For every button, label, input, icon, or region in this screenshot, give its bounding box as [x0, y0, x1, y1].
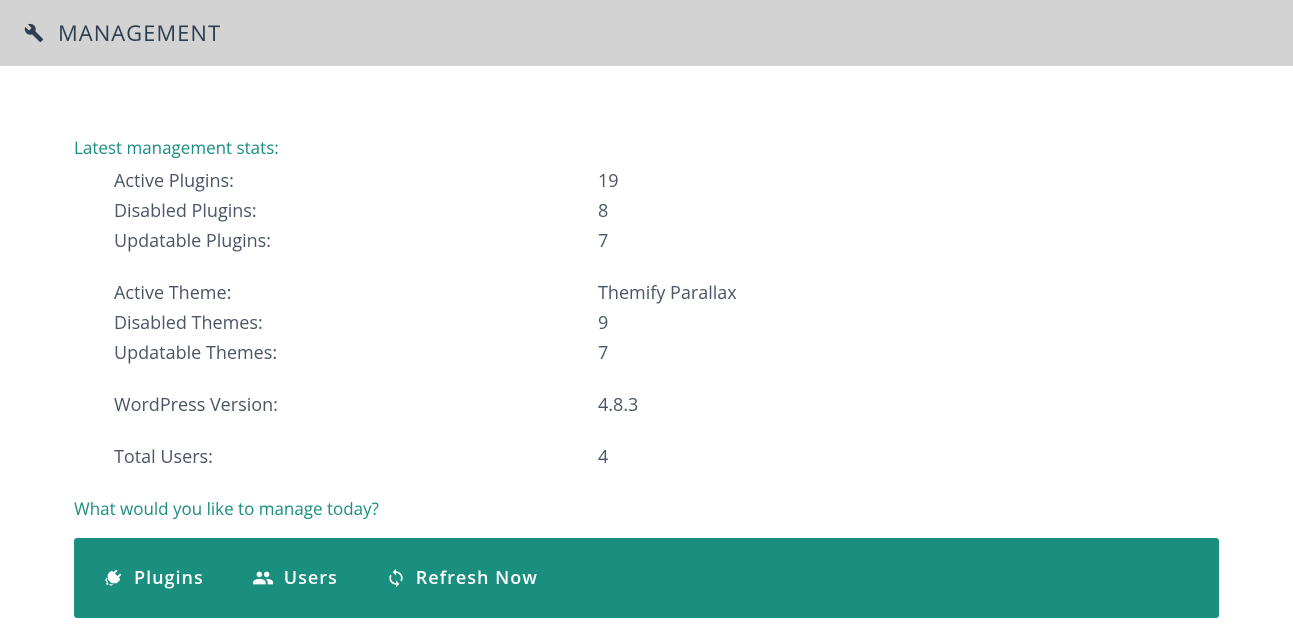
disabled-themes-label: Disabled Themes:	[114, 311, 598, 335]
refresh-icon	[386, 568, 406, 588]
manage-prompt-label: What would you like to manage today?	[74, 497, 1219, 520]
stat-row: Active Plugins: 19	[114, 169, 1219, 193]
active-plugins-label: Active Plugins:	[114, 169, 598, 193]
wordpress-version-value: 4.8.3	[598, 393, 638, 417]
themes-stats-block: Active Theme: Themify Parallax Disabled …	[74, 281, 1219, 365]
management-header: MANAGEMENT	[0, 0, 1293, 66]
active-theme-label: Active Theme:	[114, 281, 598, 305]
content-area: Latest management stats: Active Plugins:…	[0, 66, 1293, 638]
refresh-button-label: Refresh Now	[416, 566, 538, 590]
wordpress-version-label: WordPress Version:	[114, 393, 598, 417]
users-stats-block: Total Users: 4	[74, 445, 1219, 469]
users-button[interactable]: Users	[252, 566, 338, 590]
stat-row: Disabled Plugins: 8	[114, 199, 1219, 223]
page-title: MANAGEMENT	[58, 18, 221, 48]
plugins-button[interactable]: Plugins	[102, 566, 204, 590]
refresh-button[interactable]: Refresh Now	[386, 566, 538, 590]
plugins-button-label: Plugins	[134, 566, 204, 590]
updatable-themes-value: 7	[598, 341, 608, 365]
users-icon	[252, 567, 274, 589]
stat-row: Total Users: 4	[114, 445, 1219, 469]
stat-row: Active Theme: Themify Parallax	[114, 281, 1219, 305]
stat-row: Updatable Plugins: 7	[114, 229, 1219, 253]
total-users-value: 4	[598, 445, 608, 469]
action-bar: Plugins Users Refresh Now	[74, 538, 1219, 618]
stat-row: WordPress Version: 4.8.3	[114, 393, 1219, 417]
users-button-label: Users	[284, 566, 338, 590]
stat-row: Disabled Themes: 9	[114, 311, 1219, 335]
total-users-label: Total Users:	[114, 445, 598, 469]
updatable-plugins-value: 7	[598, 229, 608, 253]
active-theme-value: Themify Parallax	[598, 281, 737, 305]
plugins-stats-block: Active Plugins: 19 Disabled Plugins: 8 U…	[74, 169, 1219, 253]
active-plugins-value: 19	[598, 169, 619, 193]
disabled-plugins-label: Disabled Plugins:	[114, 199, 598, 223]
plug-icon	[102, 567, 124, 589]
wrench-icon	[24, 23, 44, 43]
stats-section-label: Latest management stats:	[74, 136, 1219, 159]
updatable-themes-label: Updatable Themes:	[114, 341, 598, 365]
disabled-themes-value: 9	[598, 311, 608, 335]
disabled-plugins-value: 8	[598, 199, 608, 223]
wordpress-stats-block: WordPress Version: 4.8.3	[74, 393, 1219, 417]
updatable-plugins-label: Updatable Plugins:	[114, 229, 598, 253]
stat-row: Updatable Themes: 7	[114, 341, 1219, 365]
